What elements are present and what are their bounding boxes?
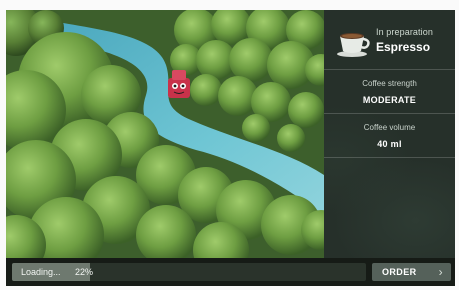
strength-label: Coffee strength bbox=[362, 79, 417, 88]
loading-text: Loading... bbox=[21, 267, 61, 277]
strength-setting: Coffee strength MODERATE bbox=[324, 70, 455, 114]
app-frame: In preparation Espresso Coffee strength … bbox=[6, 10, 455, 286]
loading-progress-bar: Loading... 22% bbox=[12, 263, 366, 281]
loading-percent: 22% bbox=[75, 267, 94, 277]
strength-value: MODERATE bbox=[362, 95, 417, 105]
broccoli-forest-illustration bbox=[6, 10, 324, 258]
order-status-panel: In preparation Espresso Coffee strength … bbox=[324, 10, 455, 258]
order-button[interactable]: ORDER › bbox=[372, 263, 451, 281]
coffee-cup-icon bbox=[336, 30, 372, 58]
volume-setting: Coffee volume 40 ml bbox=[324, 114, 455, 158]
preparation-header: In preparation Espresso bbox=[324, 10, 455, 70]
drink-name: Espresso bbox=[376, 40, 431, 54]
volume-label: Coffee volume bbox=[363, 123, 416, 132]
loading-illustration bbox=[6, 10, 324, 258]
bottom-bar: Loading... 22% ORDER › bbox=[6, 258, 455, 286]
status-label: In preparation bbox=[376, 27, 433, 37]
chevron-right-icon: › bbox=[438, 265, 443, 279]
order-button-label: ORDER bbox=[382, 267, 417, 277]
volume-value: 40 ml bbox=[377, 139, 402, 149]
